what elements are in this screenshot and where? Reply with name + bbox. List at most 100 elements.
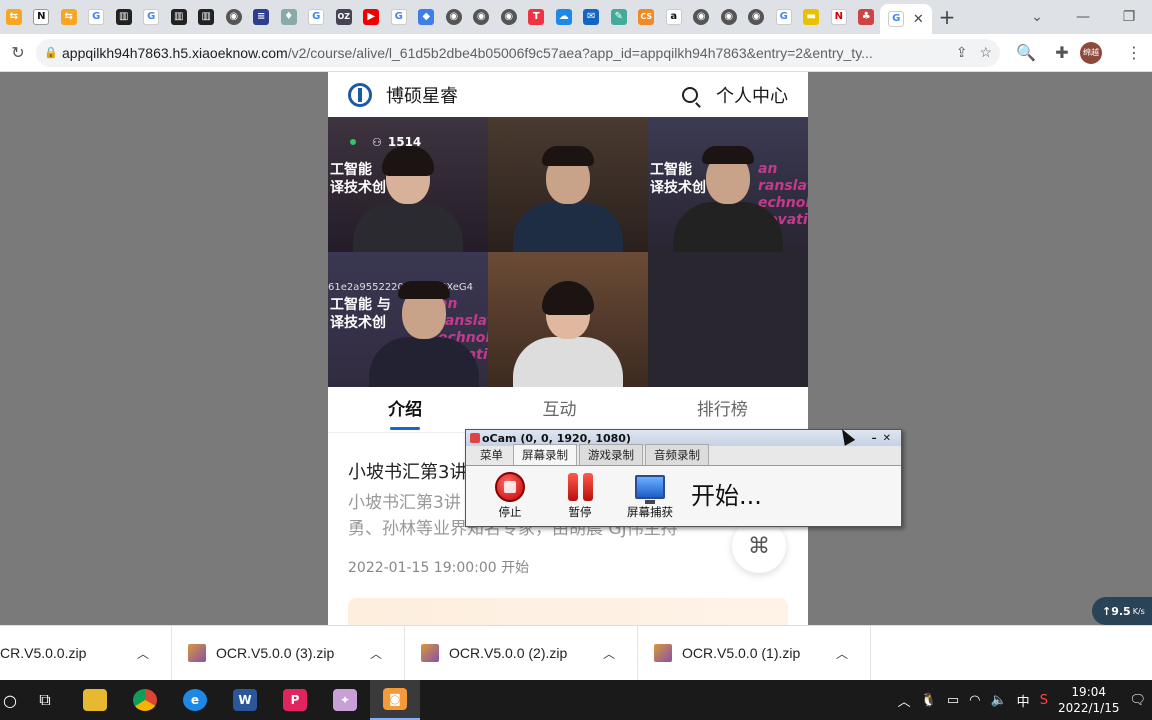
close-tab-icon[interactable]: ✕ bbox=[913, 12, 924, 27]
speaker-avatar bbox=[353, 146, 463, 252]
ocam-menu-bar: 菜单 屏幕录制 游戏录制 音频录制 bbox=[466, 444, 901, 466]
tab-29[interactable]: G bbox=[770, 0, 798, 34]
menu-icon[interactable]: ⋮ bbox=[1116, 43, 1152, 62]
tab-6[interactable]: G bbox=[138, 0, 166, 34]
pdf-app-icon[interactable]: P bbox=[270, 680, 320, 720]
ocam-window[interactable]: oCam (0, 0, 1920, 1080) –✕ 菜单 屏幕录制 游戏录制 … bbox=[465, 429, 902, 527]
tab-3[interactable]: ⇆ bbox=[55, 0, 83, 34]
tab-11[interactable]: ♦ bbox=[275, 0, 303, 34]
tab-22[interactable]: ✉ bbox=[578, 0, 606, 34]
network-speed-widget[interactable]: ↑ 9.5 K/s bbox=[1092, 597, 1152, 625]
tab-7[interactable]: ▥ bbox=[165, 0, 193, 34]
paint-app-icon[interactable]: ✦ bbox=[320, 680, 370, 720]
tab-5[interactable]: ▥ bbox=[110, 0, 138, 34]
tab-9[interactable]: ◉ bbox=[220, 0, 248, 34]
active-tab[interactable]: G ✕ bbox=[880, 4, 932, 34]
download-item[interactable]: OCR.V5.0.0 (2).zip ︿ bbox=[405, 625, 638, 681]
tab-8[interactable]: ▥ bbox=[193, 0, 221, 34]
chrome-icon[interactable] bbox=[120, 680, 170, 720]
ocam-screen-capture-button[interactable]: 屏幕捕获 bbox=[618, 472, 682, 520]
tab-32[interactable]: ♣ bbox=[853, 0, 881, 34]
tab-1[interactable]: ⇆ bbox=[0, 0, 28, 34]
tab-30[interactable]: ▬ bbox=[798, 0, 826, 34]
download-item[interactable]: OCR.V5.0.0 (3).zip ︿ bbox=[172, 625, 405, 681]
tab-search-icon[interactable]: ⌄ bbox=[1014, 9, 1060, 25]
tab-4[interactable]: G bbox=[83, 0, 111, 34]
tab-31[interactable]: N bbox=[825, 0, 853, 34]
tab-intro[interactable]: 介绍 bbox=[388, 387, 422, 433]
chevron-up-icon[interactable]: ︿ bbox=[836, 645, 858, 662]
tab-2[interactable]: N bbox=[28, 0, 56, 34]
tab-leaderboard[interactable]: 排行榜 bbox=[697, 387, 748, 433]
ocam-tab-screen-record[interactable]: 屏幕录制 bbox=[513, 444, 577, 465]
ocam-tab-audio-record[interactable]: 音频录制 bbox=[645, 444, 709, 465]
url-text: appqilkh94h7863.h5.xiaoeknow.com/v2/cour… bbox=[62, 44, 873, 61]
speaker-avatar bbox=[513, 281, 623, 387]
brand-name[interactable]: 博硕星睿 bbox=[386, 82, 458, 108]
chevron-up-icon[interactable]: ︿ bbox=[603, 645, 625, 662]
search-taskbar-icon[interactable]: ○ bbox=[0, 680, 20, 720]
tab-13[interactable]: OZ bbox=[330, 0, 358, 34]
word-icon[interactable]: W bbox=[220, 680, 270, 720]
tab-19[interactable]: ◉ bbox=[495, 0, 523, 34]
tab-28[interactable]: ◉ bbox=[743, 0, 771, 34]
ocam-pause-button[interactable]: 暂停 bbox=[548, 472, 612, 520]
tab-interaction[interactable]: 互动 bbox=[542, 387, 576, 433]
floating-menu-button[interactable]: ⌘ bbox=[732, 519, 786, 573]
brand-logo-icon[interactable] bbox=[348, 82, 372, 107]
volume-icon[interactable]: 🔈 bbox=[990, 693, 1006, 708]
edge-icon[interactable]: e bbox=[170, 680, 220, 720]
promo-banner[interactable] bbox=[348, 598, 788, 625]
windows-taskbar: ○ ⧉ e W P ✦ ◙ ︿ 🐧 ▭ ◠ 🔈 中 S 19:04 2022/1/… bbox=[0, 680, 1152, 720]
profile-button[interactable]: 绵越 bbox=[1080, 41, 1116, 64]
file-explorer-icon[interactable] bbox=[70, 680, 120, 720]
ocam-taskbar-icon[interactable]: ◙ bbox=[370, 680, 420, 720]
ime-indicator[interactable]: 中 bbox=[1017, 691, 1030, 710]
tab-15[interactable]: G bbox=[385, 0, 413, 34]
tab-16[interactable]: ◆ bbox=[413, 0, 441, 34]
chevron-up-icon[interactable]: ︿ bbox=[370, 645, 392, 662]
clock[interactable]: 19:04 2022/1/15 bbox=[1058, 684, 1120, 716]
extensions-icon[interactable]: ✚ bbox=[1044, 43, 1080, 62]
ocam-menu-item[interactable]: 菜单 bbox=[472, 445, 511, 465]
tab-25[interactable]: a bbox=[660, 0, 688, 34]
tab-10[interactable]: ≡ bbox=[248, 0, 276, 34]
minimize-button[interactable]: — bbox=[1060, 9, 1106, 25]
share-icon[interactable]: ⇪ bbox=[956, 44, 968, 61]
notification-icon[interactable]: 🗨 bbox=[1129, 693, 1146, 708]
bookmark-star-icon[interactable]: ☆ bbox=[979, 44, 992, 61]
ocam-tab-game-record[interactable]: 游戏录制 bbox=[579, 444, 643, 465]
chevron-up-icon[interactable]: ︿ bbox=[137, 645, 159, 662]
chevron-up-icon[interactable]: ︿ bbox=[898, 691, 911, 710]
wifi-icon[interactable]: ◠ bbox=[969, 693, 980, 708]
search-icon[interactable] bbox=[682, 86, 698, 103]
tray-app-icon[interactable]: 🐧 bbox=[921, 693, 937, 708]
tab-26[interactable]: ◉ bbox=[688, 0, 716, 34]
download-item[interactable]: OCR.V5.0.0 (1).zip ︿ bbox=[638, 625, 871, 681]
profile-center-link[interactable]: 个人中心 bbox=[716, 82, 788, 108]
address-bar[interactable]: 🔒 appqilkh94h7863.h5.xiaoeknow.com/v2/co… bbox=[36, 38, 1000, 67]
system-tray: ︿ 🐧 ▭ ◠ 🔈 中 S 19:04 2022/1/15 🗨 bbox=[898, 684, 1152, 716]
reload-icon[interactable]: ↻ bbox=[0, 43, 36, 62]
tab-21[interactable]: ☁ bbox=[550, 0, 578, 34]
tab-20[interactable]: T bbox=[523, 0, 551, 34]
lens-search-icon[interactable]: 🔍 bbox=[1008, 43, 1044, 62]
tab-18[interactable]: ◉ bbox=[468, 0, 496, 34]
tab-23[interactable]: ✎ bbox=[605, 0, 633, 34]
command-icon: ⌘ bbox=[748, 533, 770, 559]
new-tab-button[interactable]: + bbox=[932, 5, 962, 29]
tab-17[interactable]: ◉ bbox=[440, 0, 468, 34]
sogou-icon[interactable]: S bbox=[1040, 693, 1048, 708]
battery-icon[interactable]: ▭ bbox=[947, 693, 959, 708]
ocam-window-controls[interactable]: –✕ bbox=[872, 433, 901, 444]
tab-24[interactable]: CS bbox=[633, 0, 661, 34]
tab-14[interactable]: ▶ bbox=[358, 0, 386, 34]
tab-27[interactable]: ◉ bbox=[715, 0, 743, 34]
tab-12[interactable]: G bbox=[303, 0, 331, 34]
ocam-stop-button[interactable]: 停止 bbox=[478, 472, 542, 520]
download-item[interactable]: CR.V5.0.0.zip ︿ bbox=[0, 625, 172, 681]
video-tile-guest-2: 工智能译技术创 an ranslatio echnolog novatio bbox=[648, 117, 808, 252]
task-view-icon[interactable]: ⧉ bbox=[20, 680, 70, 720]
maximize-button[interactable]: ❐ bbox=[1106, 9, 1152, 25]
live-video-grid[interactable]: ⚇ 1514 工智能译技术创 工智能译技术创 an ranslatio echn… bbox=[328, 117, 808, 387]
